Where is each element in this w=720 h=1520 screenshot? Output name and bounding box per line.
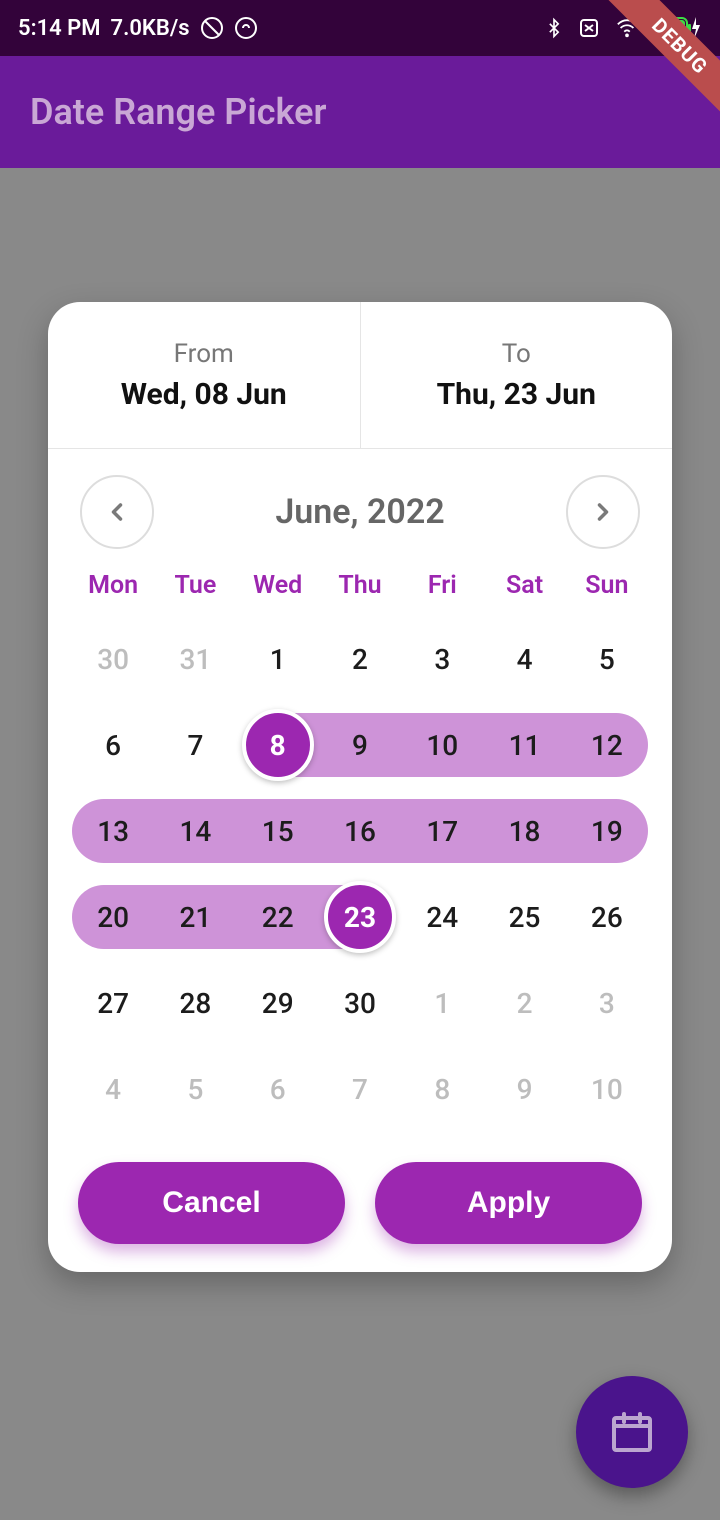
day-cell[interactable]: 21: [154, 874, 236, 960]
day-cell[interactable]: 6: [237, 1046, 319, 1132]
day-cell[interactable]: 6: [72, 702, 154, 788]
cancel-button[interactable]: Cancel: [78, 1162, 345, 1244]
weekday-label: Sun: [566, 571, 648, 600]
status-net-speed: 7.0KB/s: [111, 16, 190, 41]
day-cell[interactable]: 13: [72, 788, 154, 874]
from-label: From: [174, 339, 234, 369]
day-cell[interactable]: 4: [72, 1046, 154, 1132]
month-title: June, 2022: [275, 492, 444, 532]
day-cell[interactable]: 12: [566, 702, 648, 788]
to-label: To: [502, 339, 531, 369]
day-cell[interactable]: 15: [237, 788, 319, 874]
day-cell[interactable]: 1: [237, 616, 319, 702]
day-cell[interactable]: 30: [72, 616, 154, 702]
weekday-label: Sat: [483, 571, 565, 600]
day-cell[interactable]: 20: [72, 874, 154, 960]
to-cell[interactable]: To Thu, 23 Jun: [360, 302, 673, 448]
day-cell[interactable]: 9: [483, 1046, 565, 1132]
day-cell[interactable]: 22: [237, 874, 319, 960]
calendar-grid: 30 31 1 2 3 4 5 6 7 8 9 10 11 12 13 14 1…: [48, 608, 672, 1140]
day-cell[interactable]: 10: [401, 702, 483, 788]
chevron-right-icon: [589, 498, 617, 526]
day-cell[interactable]: 7: [154, 702, 236, 788]
day-cell[interactable]: 9: [319, 702, 401, 788]
day-cell[interactable]: 4: [483, 616, 565, 702]
date-range-dialog: From Wed, 08 Jun To Thu, 23 Jun June, 20…: [48, 302, 672, 1272]
day-cell[interactable]: 14: [154, 788, 236, 874]
app-bar-title: Date Range Picker: [30, 91, 327, 133]
app-bar: Date Range Picker: [0, 56, 720, 168]
day-cell[interactable]: 8: [401, 1046, 483, 1132]
rotate-lock-icon: [234, 16, 258, 40]
day-cell[interactable]: 16: [319, 788, 401, 874]
day-cell-range-end[interactable]: 23: [319, 874, 401, 960]
next-month-button[interactable]: [566, 475, 640, 549]
weekday-row: Mon Tue Wed Thu Fri Sat Sun: [48, 571, 672, 608]
day-cell[interactable]: 5: [154, 1046, 236, 1132]
day-cell[interactable]: 31: [154, 616, 236, 702]
from-cell[interactable]: From Wed, 08 Jun: [48, 302, 360, 448]
day-cell[interactable]: 2: [319, 616, 401, 702]
bluetooth-icon: [544, 16, 564, 40]
weekday-label: Wed: [237, 571, 319, 600]
chevron-left-icon: [103, 498, 131, 526]
day-cell[interactable]: 28: [154, 960, 236, 1046]
day-cell-range-start[interactable]: 8: [237, 702, 319, 788]
weekday-label: Fri: [401, 571, 483, 600]
day-cell[interactable]: 27: [72, 960, 154, 1046]
dialog-actions: Cancel Apply: [48, 1140, 672, 1272]
day-cell[interactable]: 1: [401, 960, 483, 1046]
day-cell[interactable]: 29: [237, 960, 319, 1046]
day-cell[interactable]: 5: [566, 616, 648, 702]
day-cell[interactable]: 26: [566, 874, 648, 960]
day-cell[interactable]: 19: [566, 788, 648, 874]
day-cell[interactable]: 11: [483, 702, 565, 788]
from-value: Wed, 08 Jun: [121, 377, 287, 412]
day-cell[interactable]: 18: [483, 788, 565, 874]
calendar-icon: [608, 1408, 656, 1456]
to-value: Thu, 23 Jun: [437, 377, 596, 412]
day-cell[interactable]: 7: [319, 1046, 401, 1132]
weekday-label: Mon: [72, 571, 154, 600]
status-time: 5:14 PM: [18, 16, 101, 41]
day-cell[interactable]: 3: [566, 960, 648, 1046]
weekday-label: Tue: [154, 571, 236, 600]
day-cell[interactable]: 17: [401, 788, 483, 874]
day-cell[interactable]: 24: [401, 874, 483, 960]
vibrate-icon: [576, 18, 602, 38]
day-cell[interactable]: 2: [483, 960, 565, 1046]
prev-month-button[interactable]: [80, 475, 154, 549]
weekday-label: Thu: [319, 571, 401, 600]
month-nav: June, 2022: [48, 449, 672, 571]
open-picker-fab[interactable]: [576, 1376, 688, 1488]
range-end-marker: 23: [324, 881, 396, 953]
day-cell[interactable]: 10: [566, 1046, 648, 1132]
apply-button[interactable]: Apply: [375, 1162, 642, 1244]
status-bar: 5:14 PM 7.0KB/s 100: [0, 0, 720, 56]
range-header: From Wed, 08 Jun To Thu, 23 Jun: [48, 302, 672, 449]
day-cell[interactable]: 30: [319, 960, 401, 1046]
day-cell[interactable]: 25: [483, 874, 565, 960]
day-cell[interactable]: 3: [401, 616, 483, 702]
range-start-marker: 8: [242, 709, 314, 781]
dnd-icon: [200, 16, 224, 40]
